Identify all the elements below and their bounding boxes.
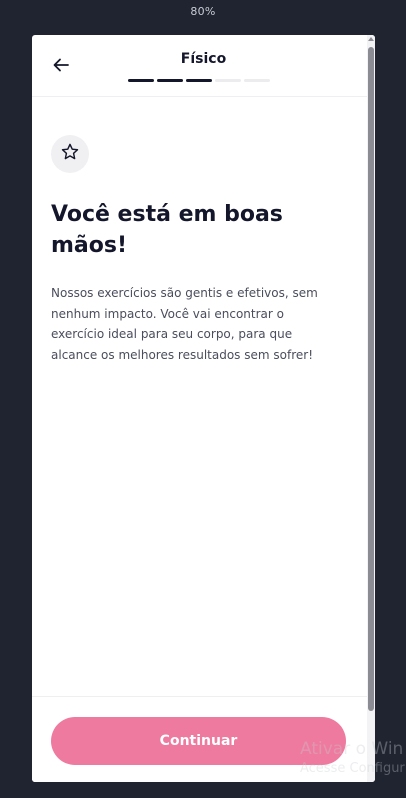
progress-step xyxy=(128,79,154,82)
header: Físico xyxy=(32,35,375,97)
scrollbar-thumb[interactable] xyxy=(368,47,374,711)
progress-step xyxy=(186,79,212,82)
page-title: Físico xyxy=(180,51,227,67)
app-screen: Físico Você está em boas mãos! Nossos ex… xyxy=(32,35,375,782)
progress-step xyxy=(244,79,270,82)
star-badge xyxy=(51,135,89,173)
description-text: Nossos exercícios são gentis e efetivos,… xyxy=(51,286,318,362)
scroll-up-arrow-icon[interactable] xyxy=(368,37,374,41)
scrollbar[interactable] xyxy=(367,35,375,782)
progress-indicator xyxy=(128,79,270,82)
headline: Você está em boas mãos! xyxy=(51,202,283,258)
progress-step xyxy=(215,79,241,82)
zoom-level: 80% xyxy=(190,5,216,18)
star-icon xyxy=(60,142,80,166)
watermark-line2: Acesse Configur xyxy=(300,761,405,776)
main-content: Você está em boas mãos! Nossos exercício… xyxy=(32,97,375,365)
watermark-line1: Ativar o Win xyxy=(300,739,404,759)
progress-step xyxy=(157,79,183,82)
windows-activation-watermark: Ativar o Win Acesse Configur xyxy=(300,738,405,778)
